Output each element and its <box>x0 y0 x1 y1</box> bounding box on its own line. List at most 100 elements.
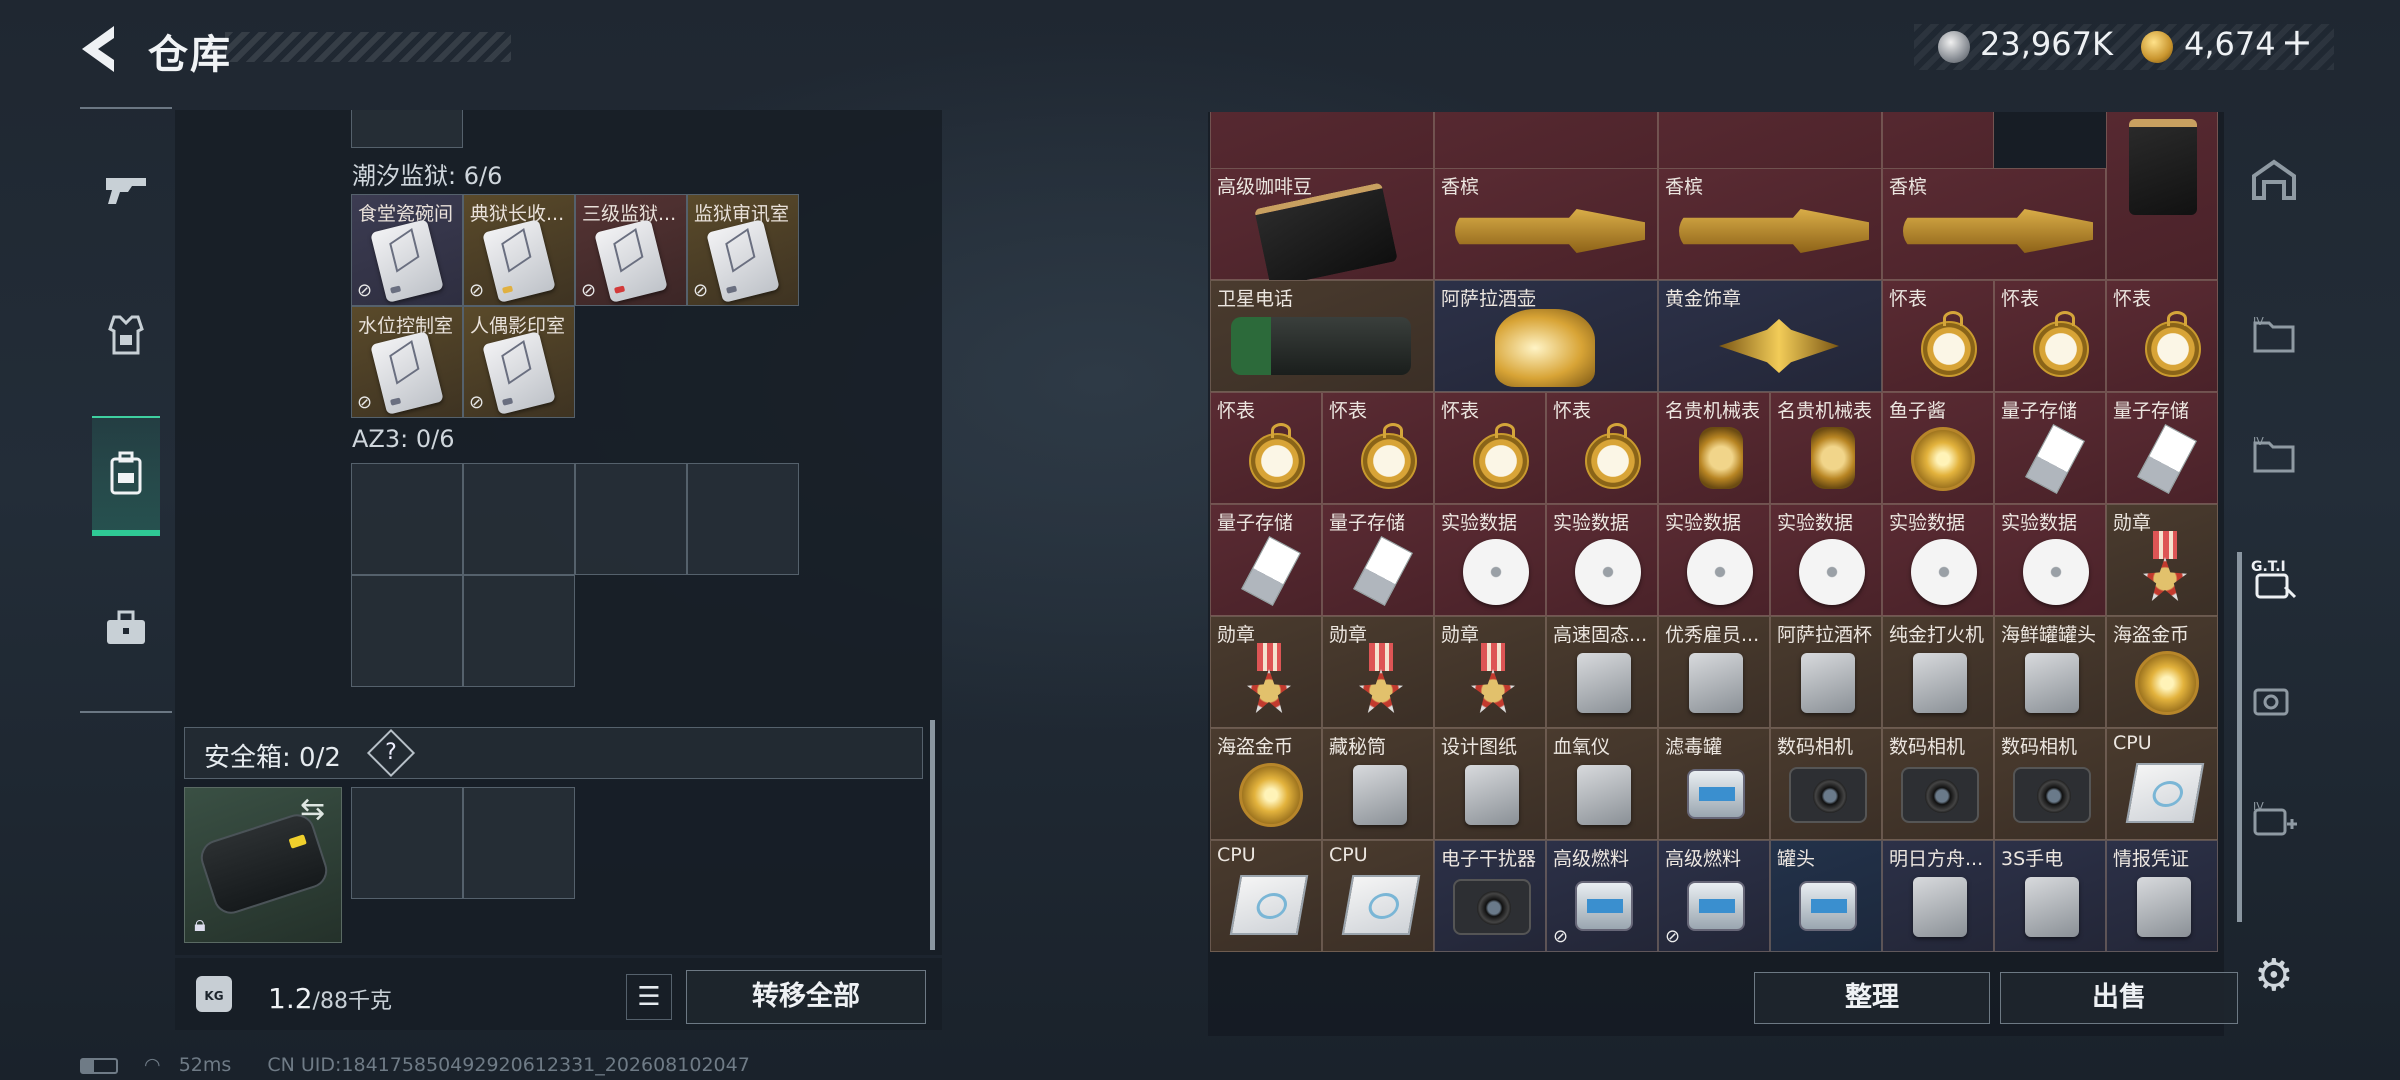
stash-scrollbar[interactable] <box>930 720 935 950</box>
key-card-slot[interactable]: 监狱审讯室 ⊘ <box>687 194 799 306</box>
transfer-all-button[interactable]: 转移全部 <box>686 970 926 1024</box>
inventory-item[interactable]: 勋章 <box>1434 616 1546 728</box>
inventory-item-coffee-tall[interactable] <box>2106 112 2218 280</box>
inventory-item[interactable]: 纯金打火机 <box>1882 616 1994 728</box>
inventory-item[interactable]: 海盗金币 <box>1210 728 1322 840</box>
key-card-slot[interactable]: 食堂瓷碗间 ⊘ <box>351 194 463 306</box>
oximeter-icon <box>1577 765 1631 825</box>
folder-4-alt-icon[interactable]: IV <box>2248 420 2300 490</box>
inventory-item[interactable]: 鱼子酱 <box>1882 392 1994 504</box>
empty-slot[interactable] <box>463 463 575 575</box>
inventory-item[interactable]: 实验数据 <box>1770 504 1882 616</box>
inventory-item[interactable]: 数码相机 <box>1770 728 1882 840</box>
inventory-item[interactable]: 高级咖啡豆 <box>1210 168 1434 288</box>
inventory-item[interactable]: 高速固态... <box>1546 616 1658 728</box>
inventory-item[interactable]: 电子干扰器 <box>1434 840 1546 952</box>
inventory-item[interactable]: 实验数据 <box>1546 504 1658 616</box>
empty-slot[interactable] <box>687 463 799 575</box>
add-case-icon[interactable]: IV <box>2248 785 2300 855</box>
inventory-item[interactable]: 名贵机械表 <box>1770 392 1882 504</box>
inventory-item[interactable]: CPU <box>1210 840 1322 952</box>
inventory-item[interactable]: 香槟 <box>1434 168 1658 280</box>
empty-slot[interactable] <box>463 575 575 687</box>
inventory-item[interactable]: 量子存储 <box>1994 392 2106 504</box>
swap-icon[interactable]: ⇆ <box>300 792 325 827</box>
unbound-icon: ⊘ <box>469 392 485 413</box>
inventory-item[interactable]: 黄金饰章 <box>1658 280 1882 392</box>
inventory-item[interactable]: 怀表 <box>1210 392 1322 504</box>
safe-box-empty-slot[interactable] <box>463 787 575 899</box>
medal-icon <box>1247 643 1291 717</box>
inventory-item[interactable]: 怀表 <box>1322 392 1434 504</box>
pocket-watch-icon <box>1585 423 1641 489</box>
sort-button[interactable]: 整理 <box>1754 972 1990 1024</box>
camera-case-icon[interactable] <box>2248 665 2300 735</box>
inventory-item[interactable]: 怀表 <box>1434 392 1546 504</box>
disc-icon <box>1799 539 1865 605</box>
backpack-tab[interactable] <box>92 416 160 536</box>
access-card-icon <box>482 331 556 415</box>
add-currency-button[interactable]: + <box>2281 20 2313 64</box>
inventory-item[interactable]: 滤毒罐 <box>1658 728 1770 840</box>
inventory-item[interactable]: 阿萨拉酒壶 <box>1434 280 1658 392</box>
inventory-item[interactable]: 怀表 <box>1994 280 2106 392</box>
safe-box-empty-slot[interactable] <box>351 787 463 899</box>
inventory-item[interactable]: 实验数据 <box>1882 504 1994 616</box>
inventory-item[interactable]: 名贵机械表 <box>1658 392 1770 504</box>
inventory-item[interactable]: CPU <box>2106 728 2218 840</box>
inventory-item[interactable]: 3S手电 <box>1994 840 2106 952</box>
empty-slot[interactable] <box>351 110 463 148</box>
inventory-scrollbar[interactable] <box>2237 552 2242 922</box>
inventory-item[interactable]: 怀表 <box>1546 392 1658 504</box>
inventory-item[interactable]: 实验数据 <box>1658 504 1770 616</box>
garage-icon[interactable] <box>2248 145 2300 215</box>
inventory-item[interactable]: 怀表 <box>2106 280 2218 392</box>
inventory-item[interactable]: 卫星电话 <box>1210 280 1434 392</box>
inventory-item[interactable]: 优秀雇员... <box>1658 616 1770 728</box>
inventory-item[interactable]: 海鲜罐罐头 <box>1994 616 2106 728</box>
equipment-tab[interactable] <box>92 275 160 395</box>
inventory-item[interactable]: 勋章 <box>1210 616 1322 728</box>
briefcase-tab[interactable] <box>92 568 160 688</box>
inventory-item[interactable]: 设计图纸 <box>1434 728 1546 840</box>
inventory-item[interactable]: 数码相机 <box>1882 728 1994 840</box>
sell-button[interactable]: 出售 <box>2000 972 2238 1024</box>
key-card-slot[interactable]: 水位控制室 ⊘ <box>351 306 463 418</box>
inventory-item[interactable]: 明日方舟... <box>1882 840 1994 952</box>
inventory-item[interactable]: 量子存储 <box>1322 504 1434 616</box>
inventory-item[interactable]: 勋章 <box>2106 504 2218 616</box>
inventory-item[interactable]: 怀表 <box>1882 280 1994 392</box>
inventory-item[interactable]: 量子存储 <box>1210 504 1322 616</box>
inventory-grid[interactable]: 高级咖啡豆 香槟 香槟 香槟 卫星电话 阿萨拉酒壶 黄金饰章 怀表 怀表 怀表 怀表 怀表 怀表 怀表 名贵… <box>1210 112 2224 954</box>
battery-icon <box>80 1057 118 1074</box>
folder-4-icon[interactable]: IV <box>2248 300 2300 370</box>
inventory-item[interactable]: 香槟 <box>1882 168 2106 280</box>
inventory-item[interactable]: 高级燃料 ⊘ <box>1546 840 1658 952</box>
weapons-tab[interactable] <box>92 130 160 250</box>
inventory-item[interactable]: 香槟 <box>1658 168 1882 280</box>
back-button[interactable] <box>76 24 122 74</box>
empty-slot[interactable] <box>351 463 463 575</box>
key-card-slot[interactable]: 典狱长收... ⊘ <box>463 194 575 306</box>
empty-slot[interactable] <box>575 463 687 575</box>
gti-case-icon[interactable]: G.T.I <box>2248 545 2300 615</box>
inventory-item[interactable]: 实验数据 <box>1434 504 1546 616</box>
inventory-item[interactable]: 高级燃料 ⊘ <box>1658 840 1770 952</box>
empty-slot[interactable] <box>351 575 463 687</box>
inventory-item[interactable]: 量子存储 <box>2106 392 2218 504</box>
disc-icon <box>1463 539 1529 605</box>
inventory-item[interactable]: 海盗金币 <box>2106 616 2218 728</box>
inventory-item[interactable]: 实验数据 <box>1994 504 2106 616</box>
inventory-item[interactable]: 数码相机 <box>1994 728 2106 840</box>
inventory-item[interactable]: 藏秘筒 <box>1322 728 1434 840</box>
inventory-item[interactable]: 勋章 <box>1322 616 1434 728</box>
key-card-slot[interactable]: 三级监狱... ⊘ <box>575 194 687 306</box>
key-card-slot[interactable]: 人偶影印室 ⊘ <box>463 306 575 418</box>
inventory-item[interactable]: CPU <box>1322 840 1434 952</box>
settings-gear-icon[interactable]: ⚙ <box>2254 950 2293 1001</box>
list-view-button[interactable]: ☰ <box>626 974 672 1020</box>
inventory-item[interactable]: 罐头 <box>1770 840 1882 952</box>
inventory-item[interactable]: 阿萨拉酒杯 <box>1770 616 1882 728</box>
inventory-item[interactable]: 血氧仪 <box>1546 728 1658 840</box>
inventory-item[interactable]: 情报凭证 <box>2106 840 2218 952</box>
